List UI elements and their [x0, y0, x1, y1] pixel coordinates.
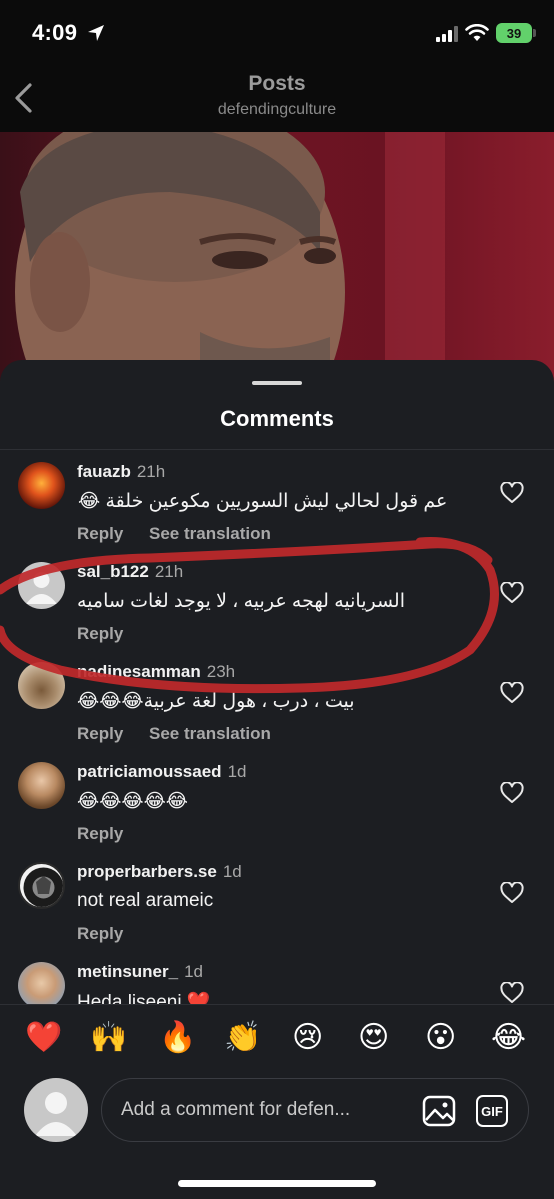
comment-input-field[interactable]: Add a comment for defen... GIF	[101, 1078, 529, 1142]
home-indicator	[178, 1180, 376, 1187]
like-heart-icon[interactable]	[500, 482, 524, 504]
comment-item: metinsuner_ 1d Heda liseeni ❤️	[0, 952, 554, 1004]
avatar[interactable]	[18, 662, 65, 709]
comment-item: fauazb 21h عم قول لحالي ليش السوريين مكوع…	[0, 452, 554, 552]
comment-username[interactable]: patriciamoussaed 1d	[77, 762, 246, 782]
comment-username[interactable]: properbarbers.se 1d	[77, 862, 242, 882]
emoji-surprised-button[interactable]: 😮	[425, 1016, 456, 1060]
comment-text: not real arameic	[77, 890, 214, 911]
comment-time: 21h	[154, 562, 184, 581]
page-title: Posts	[248, 72, 306, 95]
reply-button[interactable]: Reply	[77, 824, 123, 844]
like-heart-icon[interactable]	[500, 582, 524, 604]
divider	[0, 449, 554, 450]
comment-time: 21h	[136, 462, 166, 481]
emoji-crying-button[interactable]: 😢	[292, 1016, 323, 1060]
wifi-icon	[465, 24, 489, 41]
drag-handle[interactable]	[252, 381, 302, 385]
comment-time: 1d	[227, 762, 247, 781]
comment-input-placeholder[interactable]: Add a comment for defen...	[121, 1099, 350, 1121]
post-image	[0, 132, 554, 382]
battery-level: 39	[506, 25, 522, 41]
comment-text: السريانيه لهجه عربيه ، لا يوجد لغات سامي…	[77, 591, 405, 612]
status-time: 4:09	[32, 20, 78, 45]
comment-text: Heda liseeni ❤️	[77, 992, 211, 1004]
username-text[interactable]: properbarbers.se	[77, 862, 217, 881]
default-avatar-icon	[26, 572, 57, 604]
comment-item: patriciamoussaed 1d 😂😂😂😂😂 Reply	[0, 752, 554, 852]
comment-text: عم قول لحالي ليش السوريين مكوعين خلقة 😂	[78, 491, 448, 512]
comment-item: properbarbers.se 1d not real arameic Repl…	[0, 852, 554, 952]
username-text[interactable]: patriciamoussaed	[77, 762, 222, 781]
divider	[0, 1004, 554, 1005]
default-avatar-icon	[35, 1092, 77, 1136]
like-heart-icon[interactable]	[500, 882, 524, 904]
avatar[interactable]	[18, 962, 65, 1004]
cellular-signal-icon	[436, 26, 458, 42]
comment-item: nadinesamman 23h بيت ، درب ، هول لغة عربي…	[0, 652, 554, 752]
comment-username[interactable]: metinsuner_ 1d	[77, 962, 203, 982]
comment-time: 1d	[222, 862, 242, 881]
nav-header: Posts defendingculture	[0, 66, 554, 132]
reply-button[interactable]: Reply	[77, 724, 123, 744]
comment-text: 😂😂😂😂😂	[77, 791, 189, 812]
composer-avatar	[24, 1078, 88, 1142]
comment-username[interactable]: nadinesamman 23h	[77, 662, 235, 682]
gallery-icon[interactable]	[422, 1095, 456, 1127]
emoji-raised-hands-button[interactable]: 🙌	[90, 1016, 127, 1060]
gif-icon[interactable]: GIF	[476, 1095, 508, 1127]
comment-time: 23h	[206, 662, 236, 681]
reply-button[interactable]: Reply	[77, 524, 123, 544]
comment-item: sal_b122 21h السريانيه لهجه عربيه ، لا يو…	[0, 552, 554, 652]
avatar[interactable]	[18, 862, 65, 909]
barbershop-logo-icon	[23, 867, 63, 907]
username-text[interactable]: sal_b122	[77, 562, 149, 581]
sheet-title: Comments	[220, 406, 334, 431]
comment-time: 1d	[184, 962, 204, 981]
comments-sheet: Comments fauazb 21h عم قول لحالي ليش السو…	[0, 360, 554, 1199]
comment-text: بيت ، درب ، هول لغة عربية😂😂😂	[77, 691, 355, 712]
post-image-illustration	[15, 132, 445, 382]
battery-icon: 39	[496, 23, 536, 43]
comment-username[interactable]: fauazb 21h	[77, 462, 165, 482]
reply-button[interactable]: Reply	[77, 624, 123, 644]
comment-username[interactable]: sal_b122 21h	[77, 562, 183, 582]
emoji-heart-eyes-button[interactable]: 😍	[358, 1016, 389, 1060]
see-translation-button[interactable]: See translation	[149, 524, 271, 544]
comments-list[interactable]: fauazb 21h عم قول لحالي ليش السوريين مكوع…	[0, 452, 554, 1004]
emoji-fire-button[interactable]: 🔥	[159, 1016, 196, 1060]
emoji-heart-button[interactable]: ❤️	[25, 1016, 62, 1060]
username-text[interactable]: metinsuner_	[77, 962, 178, 981]
username-text[interactable]: nadinesamman	[77, 662, 201, 681]
like-heart-icon[interactable]	[500, 982, 524, 1004]
status-bar: 4:09 39	[0, 0, 554, 66]
like-heart-icon[interactable]	[500, 782, 524, 804]
avatar[interactable]	[18, 562, 65, 609]
like-heart-icon[interactable]	[500, 682, 524, 704]
emoji-laughing-button[interactable]: 😂	[491, 1016, 526, 1060]
avatar[interactable]	[18, 462, 65, 509]
location-arrow-icon	[88, 25, 104, 41]
username-text[interactable]: fauazb	[77, 462, 131, 481]
gif-label: GIF	[481, 1103, 503, 1119]
see-translation-button[interactable]: See translation	[149, 724, 271, 744]
quick-emoji-bar: ❤️ 🙌 🔥 👏 😢 😍 😮 😂	[0, 1016, 554, 1060]
page-subtitle[interactable]: defendingculture	[0, 101, 554, 119]
avatar[interactable]	[18, 762, 65, 809]
emoji-clap-button[interactable]: 👏	[224, 1016, 261, 1060]
reply-button[interactable]: Reply	[77, 924, 123, 944]
